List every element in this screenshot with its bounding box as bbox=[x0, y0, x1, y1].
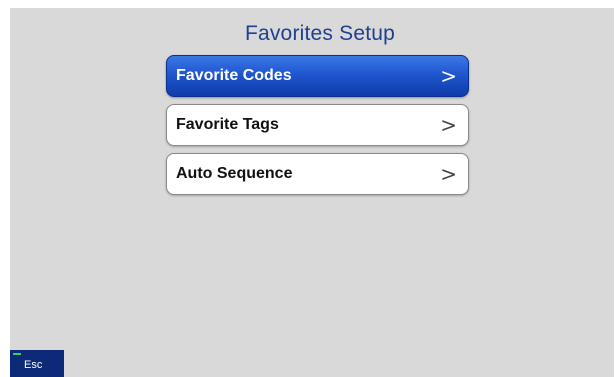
screen: Favorites Setup Favorite Codes > Favorit… bbox=[10, 8, 614, 377]
esc-button[interactable]: Esc bbox=[10, 350, 64, 377]
favorites-menu: Favorite Codes > Favorite Tags > Auto Se… bbox=[166, 55, 469, 202]
status-indicator bbox=[13, 353, 21, 355]
menu-item-label: Favorite Tags bbox=[176, 116, 279, 133]
menu-item-favorite-codes[interactable]: Favorite Codes > bbox=[166, 55, 469, 97]
menu-item-auto-sequence[interactable]: Auto Sequence > bbox=[166, 153, 469, 195]
menu-item-favorite-tags[interactable]: Favorite Tags > bbox=[166, 104, 469, 146]
page-title: Favorites Setup bbox=[244, 22, 396, 45]
menu-item-label: Auto Sequence bbox=[176, 165, 293, 182]
chevron-right-icon: > bbox=[440, 162, 457, 186]
chevron-right-icon: > bbox=[440, 113, 457, 137]
esc-label: Esc bbox=[24, 359, 43, 371]
chevron-right-icon: > bbox=[440, 64, 457, 88]
menu-item-label: Favorite Codes bbox=[176, 67, 292, 84]
